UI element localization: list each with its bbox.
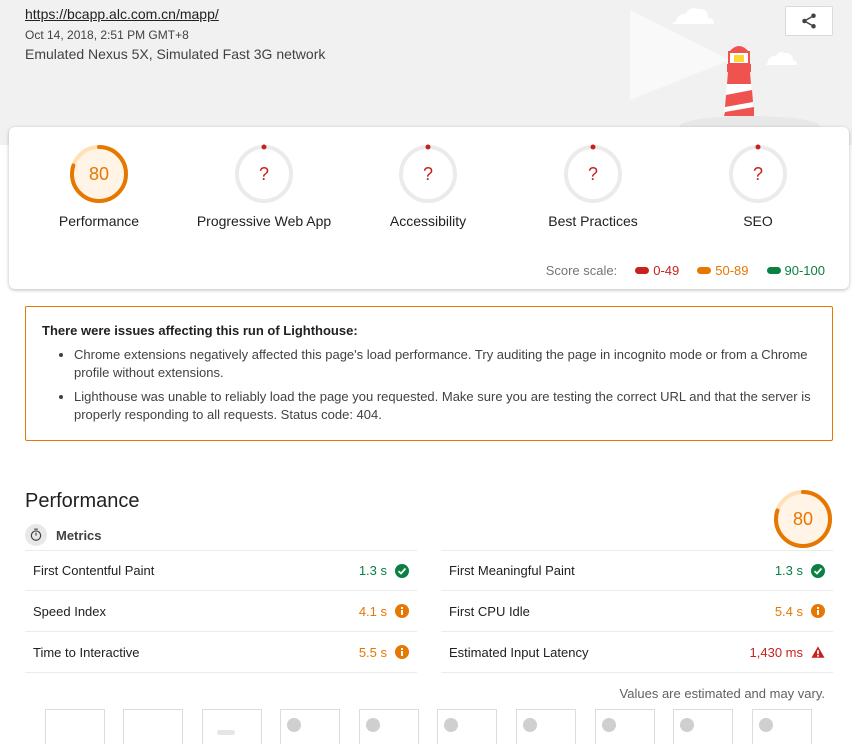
gauge-performance[interactable]: 80 Performance xyxy=(9,143,189,229)
metric-value: 1.3 s xyxy=(774,563,803,578)
filmstrip-frame xyxy=(595,709,655,744)
metric-name: Estimated Input Latency xyxy=(449,644,589,660)
filmstrip-frame xyxy=(280,709,340,744)
filmstrip-frame xyxy=(516,709,576,744)
scale-red-range: 0-49 xyxy=(653,263,680,278)
pass-check-icon xyxy=(395,563,409,578)
gauge-seo[interactable]: ? SEO xyxy=(668,143,848,229)
scale-green-range: 90-100 xyxy=(784,263,825,278)
gauge-label: Performance xyxy=(58,213,140,229)
metric-value: 5.4 s xyxy=(774,603,803,619)
metrics-header: Metrics xyxy=(25,524,102,546)
metric-name: Time to Interactive xyxy=(33,644,140,660)
filmstrip-frame xyxy=(673,709,733,744)
report-header: https://bcapp.alc.com.cn/mapp/ Oct 14, 2… xyxy=(0,0,852,145)
gauge-label: SEO xyxy=(743,213,773,229)
share-button[interactable] xyxy=(785,6,833,36)
filmstrip-frame xyxy=(752,709,812,744)
average-info-icon xyxy=(395,645,409,659)
metric-name: First Contentful Paint xyxy=(33,563,155,578)
metric-row: Time to Interactive 5.5 s xyxy=(25,632,417,673)
warning-item: Chrome extensions negatively affected th… xyxy=(74,346,816,382)
gauge-best-practices[interactable]: ? Best Practices xyxy=(503,143,683,229)
stopwatch-icon xyxy=(25,524,47,546)
share-icon xyxy=(802,13,816,29)
filmstrip-frame xyxy=(202,709,262,744)
emulation-info: Emulated Nexus 5X, Simulated Fast 3G net… xyxy=(25,46,326,62)
metric-value: 4.1 s xyxy=(358,603,387,619)
metric-row: First Contentful Paint 1.3 s xyxy=(25,550,417,591)
gauge-label: Accessibility xyxy=(389,213,467,229)
metric-value: 1.3 s xyxy=(358,563,387,578)
metric-name: First CPU Idle xyxy=(449,603,530,619)
performance-score: 80 xyxy=(792,509,814,529)
run-warnings-box: There were issues affecting this run of … xyxy=(25,306,833,441)
gauge-accessibility[interactable]: ? Accessibility xyxy=(338,143,518,229)
gauge-pwa[interactable]: ? Progressive Web App xyxy=(174,143,354,229)
estimate-note: Values are estimated and may vary. xyxy=(619,686,825,701)
metric-value: 5.5 s xyxy=(358,644,387,660)
filmstrip-frame xyxy=(123,709,183,744)
filmstrip-frame xyxy=(437,709,497,744)
average-info-icon xyxy=(395,604,409,618)
orange-swatch-icon xyxy=(697,267,712,274)
scale-orange-range: 50-89 xyxy=(715,263,749,278)
filmstrip-frame xyxy=(45,709,105,744)
fail-warning-icon xyxy=(811,645,825,659)
filmstrip-frame xyxy=(359,709,419,744)
metric-row: Estimated Input Latency 1,430 ms xyxy=(441,632,833,673)
scores-summary-card: 80 Performance ? Progressive Web App ? A… xyxy=(9,127,849,289)
metrics-label: Metrics xyxy=(56,527,102,543)
red-swatch-icon xyxy=(635,267,650,274)
green-swatch-icon xyxy=(766,267,781,274)
gauge-score: 80 xyxy=(88,164,110,184)
performance-section-gauge: 80 xyxy=(772,488,834,550)
gauge-score: ? xyxy=(258,164,269,184)
average-info-icon xyxy=(811,604,825,618)
metric-name: Speed Index xyxy=(33,603,107,619)
gauge-score: ? xyxy=(752,164,763,184)
metric-row: Speed Index 4.1 s xyxy=(25,591,417,632)
metric-row: First Meaningful Paint 1.3 s xyxy=(441,550,833,591)
page-url-link[interactable]: https://bcapp.alc.com.cn/mapp/ xyxy=(25,6,219,22)
warnings-title: There were issues affecting this run of … xyxy=(42,323,358,338)
metric-name: First Meaningful Paint xyxy=(449,563,575,578)
gauge-label: Best Practices xyxy=(548,213,638,229)
pass-check-icon xyxy=(811,563,825,578)
gauge-score: ? xyxy=(422,164,433,184)
metric-row: First CPU Idle 5.4 s xyxy=(441,591,833,632)
metric-value: 1,430 ms xyxy=(749,644,803,660)
warnings-list: Chrome extensions negatively affected th… xyxy=(42,346,816,424)
report-date: Oct 14, 2018, 2:51 PM GMT+8 xyxy=(25,28,189,42)
gauge-label: Progressive Web App xyxy=(196,213,332,229)
score-scale-legend: Score scale: 0-49 50-89 90-100 xyxy=(546,263,825,278)
performance-section-title: Performance xyxy=(25,490,140,512)
gauge-score: ? xyxy=(587,164,598,184)
score-scale-label: Score scale: xyxy=(545,263,618,278)
warning-item: Lighthouse was unable to reliably load t… xyxy=(74,388,816,424)
